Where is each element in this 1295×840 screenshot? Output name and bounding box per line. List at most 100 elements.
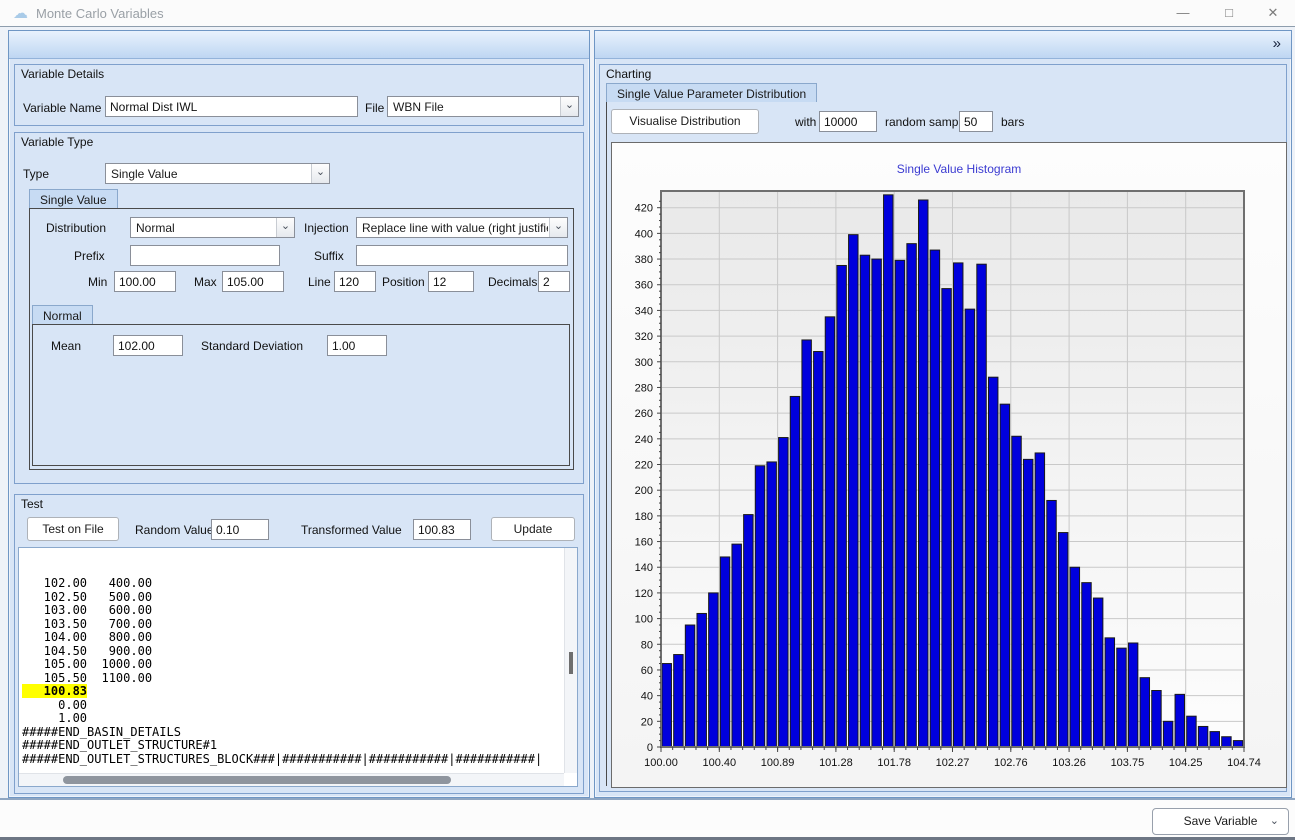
- chevron-down-icon[interactable]: ⌄: [311, 164, 329, 183]
- histogram-bar: [977, 264, 986, 747]
- histogram-bar: [779, 438, 788, 747]
- svg-text:180: 180: [635, 511, 653, 523]
- suffix-input[interactable]: [356, 245, 568, 266]
- histogram-bar: [814, 352, 823, 747]
- decimals-input[interactable]: [538, 271, 570, 292]
- svg-text:160: 160: [635, 537, 653, 549]
- histogram-bar: [884, 195, 893, 747]
- histogram-bar: [1117, 648, 1126, 747]
- file-line: 103.00 600.00: [22, 604, 577, 618]
- close-icon[interactable]: ✕: [1258, 0, 1288, 26]
- svg-text:320: 320: [635, 331, 653, 343]
- histogram-bar: [872, 259, 881, 747]
- chevron-down-icon[interactable]: ⌄: [276, 218, 294, 237]
- svg-text:100.89: 100.89: [761, 757, 795, 769]
- transformed-value-input[interactable]: [413, 519, 471, 540]
- file-line: 1.00: [22, 712, 577, 726]
- mean-input[interactable]: [113, 335, 183, 356]
- bars-count-input[interactable]: [959, 111, 993, 132]
- histogram-svg: 0204060801001201401601802002202402602803…: [612, 143, 1286, 787]
- histogram-bar: [1140, 678, 1149, 747]
- random-value-input[interactable]: [211, 519, 269, 540]
- save-variable-button[interactable]: Save Variable ⌄: [1152, 808, 1289, 835]
- distribution-combobox[interactable]: Normal ⌄: [130, 217, 295, 238]
- variable-name-input[interactable]: [105, 96, 358, 117]
- position-input[interactable]: [428, 271, 474, 292]
- histogram-bar: [720, 557, 729, 747]
- random-samples-input[interactable]: [819, 111, 877, 132]
- update-button[interactable]: Update: [491, 517, 575, 541]
- max-input[interactable]: [222, 271, 284, 292]
- monte-carlo-variables-window: { "window": { "title": "Monte Carlo Vari…: [0, 0, 1295, 840]
- histogram-bar: [685, 625, 694, 747]
- histogram-bar: [930, 250, 939, 747]
- file-combobox-value: WBN File: [393, 100, 444, 114]
- visualise-distribution-button[interactable]: Visualise Distribution: [611, 109, 759, 134]
- svg-text:120: 120: [635, 588, 653, 600]
- histogram-bar: [767, 462, 776, 747]
- svg-text:360: 360: [635, 280, 653, 292]
- line-input[interactable]: [334, 271, 376, 292]
- vertical-scrollbar-thumb[interactable]: [569, 652, 573, 674]
- svg-text:340: 340: [635, 305, 653, 317]
- variable-type-title: Variable Type: [21, 135, 93, 149]
- svg-text:380: 380: [635, 254, 653, 266]
- histogram-bar: [744, 515, 753, 747]
- minimize-icon[interactable]: —: [1168, 0, 1198, 26]
- histogram-bar: [755, 466, 764, 747]
- histogram-bar: [1082, 583, 1091, 747]
- with-label: with: [795, 115, 816, 129]
- file-line: 104.50 900.00: [22, 645, 577, 659]
- svg-text:420: 420: [635, 203, 653, 215]
- histogram-bar: [732, 544, 741, 747]
- histogram-bar: [895, 260, 904, 747]
- file-line: 105.00 1000.00: [22, 658, 577, 672]
- svg-text:200: 200: [635, 485, 653, 497]
- vertical-scrollbar[interactable]: [564, 548, 577, 773]
- svg-text:260: 260: [635, 408, 653, 420]
- histogram-bar: [942, 289, 951, 747]
- standard-deviation-input[interactable]: [327, 335, 387, 356]
- decimals-label: Decimals: [488, 275, 537, 289]
- histogram-bar: [1187, 716, 1196, 747]
- prefix-input[interactable]: [130, 245, 280, 266]
- tab-normal[interactable]: Normal: [32, 305, 93, 325]
- histogram-bar: [709, 593, 718, 747]
- distribution-label: Distribution: [46, 221, 106, 235]
- min-input[interactable]: [114, 271, 176, 292]
- horizontal-scrollbar-thumb[interactable]: [63, 776, 451, 784]
- histogram-bar: [837, 265, 846, 747]
- test-on-file-button[interactable]: Test on File: [27, 517, 119, 541]
- injection-combobox[interactable]: Replace line with value (right justified…: [356, 217, 568, 238]
- histogram-bar: [919, 200, 928, 747]
- histogram-bar: [988, 377, 997, 747]
- bars-label: bars: [1001, 115, 1024, 129]
- type-combobox[interactable]: Single Value ⌄: [105, 163, 330, 184]
- chevron-down-icon[interactable]: ⌄: [549, 218, 567, 237]
- histogram-bar: [1035, 453, 1044, 747]
- expand-panel-icon[interactable]: »: [1273, 35, 1281, 52]
- right-panel: » Charting Single Value Parameter Distri…: [594, 30, 1292, 798]
- horizontal-scrollbar[interactable]: [19, 773, 564, 786]
- maximize-icon[interactable]: □: [1214, 0, 1244, 26]
- chevron-down-icon[interactable]: ⌄: [560, 97, 578, 116]
- tab-single-value-parameter-distribution[interactable]: Single Value Parameter Distribution: [606, 83, 817, 103]
- svg-text:60: 60: [641, 665, 653, 677]
- chevron-down-icon[interactable]: ⌄: [1270, 809, 1279, 834]
- svg-text:400: 400: [635, 228, 653, 240]
- test-title: Test: [21, 497, 43, 511]
- min-label: Min: [88, 275, 107, 289]
- histogram-bar: [1012, 436, 1021, 747]
- histogram-bar: [1152, 691, 1161, 747]
- title-bar: ☁ Monte Carlo Variables — □ ✕: [0, 0, 1295, 27]
- file-combobox[interactable]: WBN File ⌄: [387, 96, 579, 117]
- svg-text:140: 140: [635, 562, 653, 574]
- type-label: Type: [23, 167, 49, 181]
- max-label: Max: [194, 275, 217, 289]
- tab-single-value[interactable]: Single Value: [29, 189, 118, 209]
- app-cloud-icon: ☁: [13, 4, 28, 22]
- svg-text:220: 220: [635, 460, 653, 472]
- histogram-bar: [860, 255, 869, 747]
- test-file-preview[interactable]: 102.00 400.00 102.50 500.00 103.00 600.0…: [18, 547, 578, 787]
- file-content: 102.00 400.00 102.50 500.00 103.00 600.0…: [22, 577, 577, 787]
